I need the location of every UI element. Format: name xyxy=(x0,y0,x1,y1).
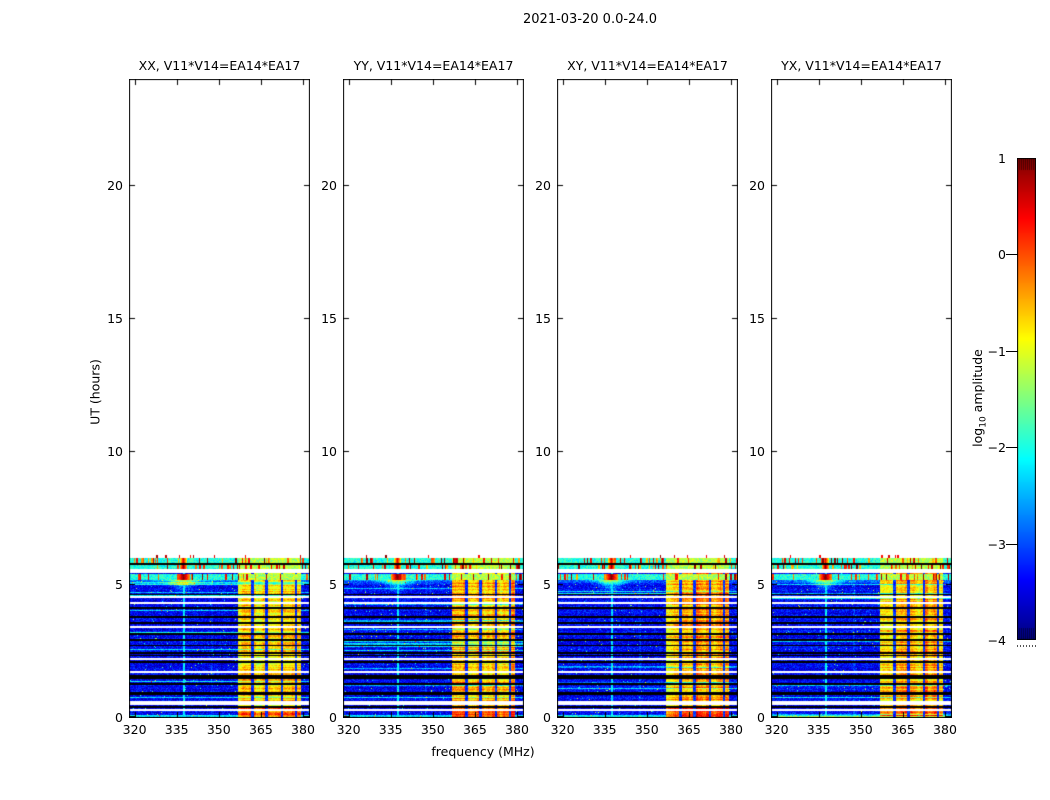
y-tick-label: 10 xyxy=(731,444,765,459)
colorbar-label: log10 amplitude xyxy=(970,349,989,447)
colorbar-tick-label: 0 xyxy=(952,247,1006,262)
colorbar-tick-dash xyxy=(1006,544,1018,545)
y-tick-label: 15 xyxy=(731,311,765,326)
x-tick-label: 320 xyxy=(117,722,153,737)
x-tick-label: 320 xyxy=(545,722,581,737)
panel-title: YY, V11*V14=EA14*EA17 xyxy=(329,58,538,73)
x-tick-label: 365 xyxy=(457,722,493,737)
x-tick-label: 365 xyxy=(243,722,279,737)
spectrogram-panel: YY, V11*V14=EA14*EA17 xyxy=(343,79,524,718)
y-tick-label: 15 xyxy=(303,311,337,326)
x-tick-label: 320 xyxy=(331,722,367,737)
x-tick-label: 350 xyxy=(201,722,237,737)
colorbar-tick-label: −4 xyxy=(952,633,1006,648)
colorbar-tick-dash xyxy=(1006,351,1018,352)
panel-title: XY, V11*V14=EA14*EA17 xyxy=(543,58,752,73)
y-tick-label: 5 xyxy=(303,577,337,592)
panel-title: YX, V11*V14=EA14*EA17 xyxy=(757,58,966,73)
x-axis-label: frequency (MHz) xyxy=(383,744,583,759)
y-tick-label: 10 xyxy=(517,444,551,459)
colorbar-gradient xyxy=(1017,158,1036,640)
panel-title: XX, V11*V14=EA14*EA17 xyxy=(115,58,324,73)
x-tick-label: 335 xyxy=(159,722,195,737)
x-tick-label: 365 xyxy=(885,722,921,737)
x-tick-label: 350 xyxy=(415,722,451,737)
y-tick-label: 20 xyxy=(303,178,337,193)
y-tick-label: 5 xyxy=(517,577,551,592)
y-tick-label: 10 xyxy=(303,444,337,459)
colorbar-minor-dots xyxy=(1017,645,1037,647)
colorbar-tick-dash xyxy=(1006,254,1018,255)
x-tick-label: 320 xyxy=(759,722,795,737)
x-tick-label: 380 xyxy=(927,722,963,737)
x-tick-label: 335 xyxy=(373,722,409,737)
spectrogram-panel: YX, V11*V14=EA14*EA17 xyxy=(771,79,952,718)
spectrogram-panel: XY, V11*V14=EA14*EA17 xyxy=(557,79,738,718)
figure: 2021-03-20 0.0-24.0 XX, V11*V14=EA14*EA1… xyxy=(0,0,1050,800)
spectrogram-panel: XX, V11*V14=EA14*EA17 xyxy=(129,79,310,718)
y-tick-label: 20 xyxy=(89,178,123,193)
colorbar-tick-label: 1 xyxy=(952,151,1006,166)
spectrogram-canvas xyxy=(129,79,310,718)
y-tick-label: 5 xyxy=(731,577,765,592)
x-tick-label: 350 xyxy=(843,722,879,737)
figure-title: 2021-03-20 0.0-24.0 xyxy=(440,12,740,27)
x-tick-label: 335 xyxy=(587,722,623,737)
y-tick-label: 15 xyxy=(89,311,123,326)
spectrogram-canvas xyxy=(771,79,952,718)
spectrogram-canvas xyxy=(557,79,738,718)
colorbar-label-suffix: amplitude xyxy=(970,349,985,416)
x-tick-label: 365 xyxy=(671,722,707,737)
colorbar-label-sub: 10 xyxy=(978,416,988,427)
y-tick-label: 5 xyxy=(89,577,123,592)
spectrogram-canvas xyxy=(343,79,524,718)
x-tick-label: 350 xyxy=(629,722,665,737)
y-tick-label: 20 xyxy=(517,178,551,193)
y-tick-label: 10 xyxy=(89,444,123,459)
y-tick-label: 15 xyxy=(517,311,551,326)
y-axis-label: UT (hours) xyxy=(88,359,103,425)
colorbar-tick-dash xyxy=(1006,447,1018,448)
colorbar-tick-label: −3 xyxy=(952,537,1006,552)
colorbar-label-prefix: log xyxy=(970,428,985,447)
y-tick-label: 20 xyxy=(731,178,765,193)
x-tick-label: 335 xyxy=(801,722,837,737)
